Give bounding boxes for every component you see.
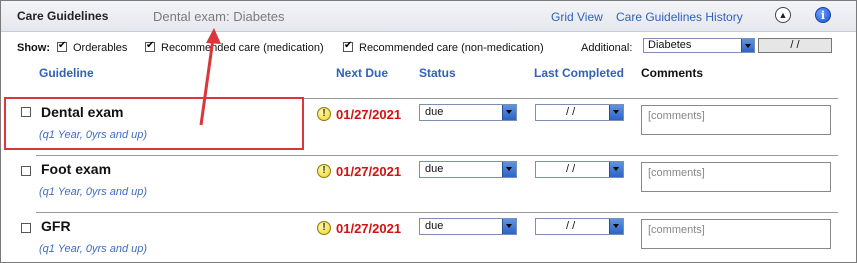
care-guidelines-panel: Care Guidelines Dental exam: Diabetes Gr…	[0, 0, 857, 263]
annotation-arrow	[199, 28, 221, 126]
